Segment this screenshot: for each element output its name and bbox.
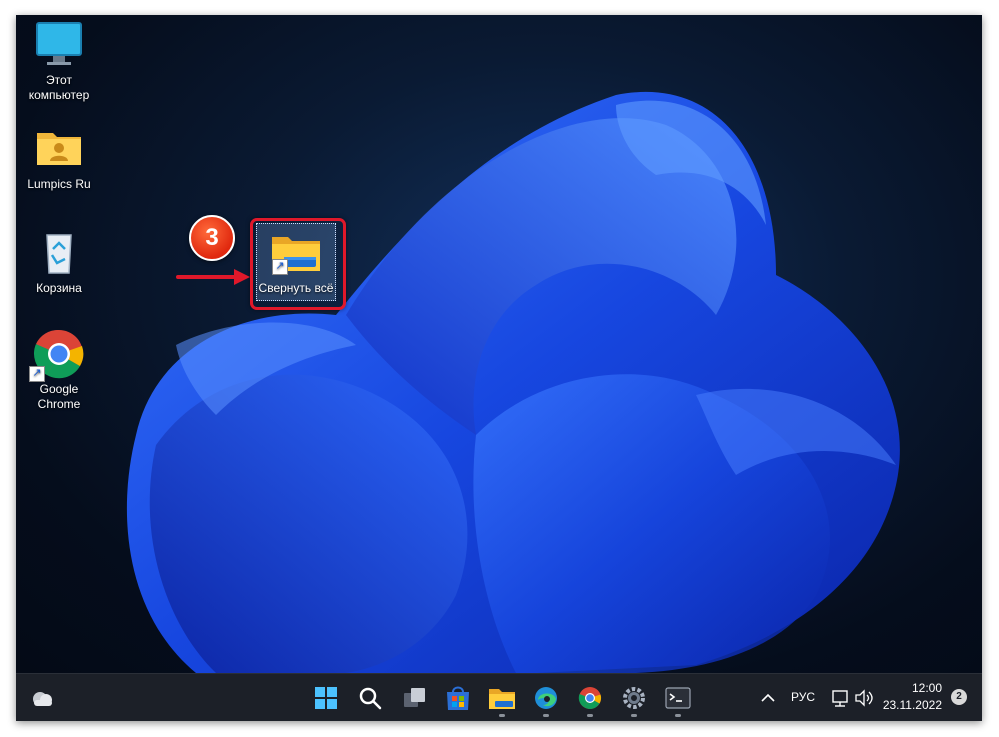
chrome-icon: ↗ <box>29 328 85 382</box>
desktop-icon-label: Корзина <box>36 281 82 295</box>
volume-icon[interactable] <box>852 680 876 716</box>
terminal-icon[interactable] <box>660 680 696 717</box>
running-indicator <box>499 714 505 717</box>
user-folder-icon <box>33 123 85 175</box>
network-icon[interactable] <box>828 680 852 716</box>
windows-start-icon[interactable] <box>308 680 344 716</box>
shortcut-arrow-icon: ↗ <box>29 366 45 382</box>
microsoft-store-icon[interactable] <box>440 680 476 716</box>
desktop-icon-label: Lumpics Ru <box>27 177 91 191</box>
desktop-icon-label: Этот <box>46 73 72 87</box>
desktop-icon-label: Google <box>39 382 79 396</box>
task-view-icon[interactable] <box>396 680 432 716</box>
annotation-highlight-box <box>250 218 346 310</box>
desktop[interactable]: Этот компьютер Lumpics Ru Корзина ↗ Goog… <box>16 15 982 673</box>
desktop-icon-label: Chrome <box>37 397 81 411</box>
clock-time[interactable]: 12:00 <box>890 681 942 695</box>
screen-frame: Этот компьютер Lumpics Ru Корзина ↗ Goog… <box>16 15 982 721</box>
language-indicator[interactable]: РУС <box>791 690 815 704</box>
weather-widget-icon[interactable] <box>24 680 60 716</box>
edge-icon[interactable] <box>528 680 564 717</box>
monitor-icon <box>33 19 85 71</box>
clock-date[interactable]: 23.11.2022 <box>882 698 942 712</box>
gear-icon[interactable] <box>616 680 652 717</box>
desktop-icon-lumpics[interactable]: Lumpics Ru <box>20 123 98 192</box>
search-icon[interactable] <box>352 680 388 716</box>
chrome-icon[interactable] <box>572 680 608 717</box>
wallpaper-bloom <box>126 91 900 673</box>
running-indicator <box>543 714 549 717</box>
desktop-icon-this-pc[interactable]: Этот компьютер <box>20 19 98 103</box>
notification-badge[interactable]: 2 <box>951 689 967 705</box>
running-indicator <box>675 714 681 717</box>
running-indicator <box>631 714 637 717</box>
taskbar: РУС 12:00 23.11.2022 2 <box>16 673 982 721</box>
recycle-bin-icon <box>33 227 85 279</box>
desktop-icon-label: компьютер <box>28 88 90 102</box>
file-explorer-icon[interactable] <box>484 680 520 717</box>
running-indicator <box>587 714 593 717</box>
desktop-icon-recycle-bin[interactable]: Корзина <box>20 227 98 296</box>
chevron-up-icon[interactable] <box>754 680 782 716</box>
desktop-icon-google-chrome[interactable]: ↗ Google Chrome <box>20 328 98 412</box>
annotation-arrow-icon <box>176 269 250 285</box>
step-number-badge: 3 <box>189 215 235 261</box>
